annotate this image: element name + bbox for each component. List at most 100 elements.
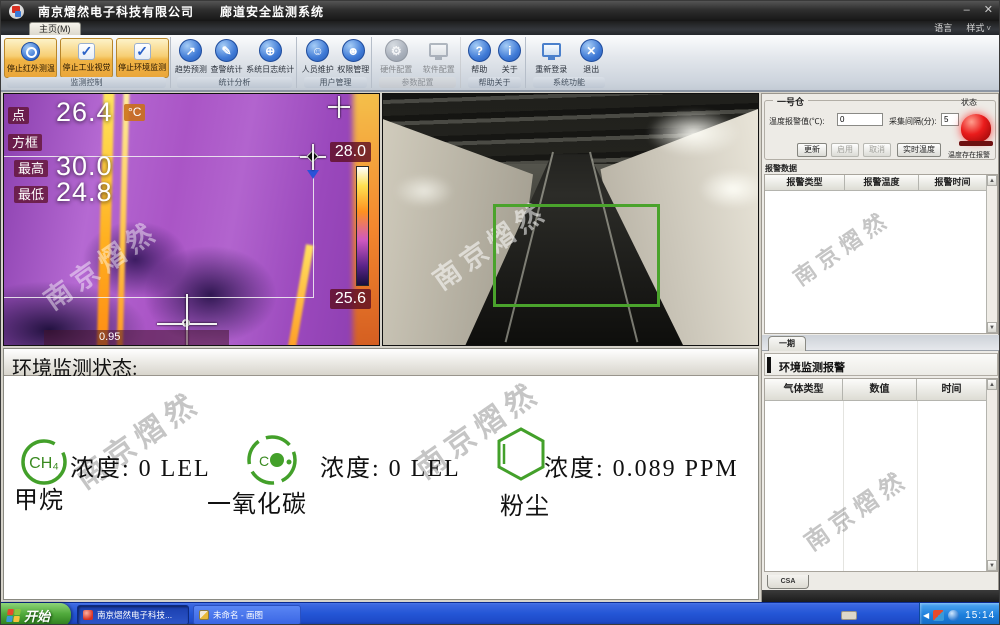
interval-label: 采集间隔(分):: [889, 116, 937, 127]
right-panel: 一号仓 状态 温度报警值(℃): 采集间隔(分): 更新 启用 取消 实时温度 …: [761, 93, 999, 602]
exit-button[interactable]: 退出: [580, 39, 603, 75]
person-lock-icon: [342, 39, 365, 62]
column-header[interactable]: 数值: [843, 379, 917, 401]
exit-x-icon: [580, 39, 603, 62]
group-label: 参数配置: [379, 77, 456, 88]
button-label: 停止工业视觉: [62, 62, 110, 73]
column-header[interactable]: 气体类型: [765, 379, 843, 401]
env-status-title: 环境监测状态:: [4, 349, 758, 376]
question-icon: [468, 39, 491, 62]
stop-infrared-button[interactable]: 停止红外测温: [4, 38, 57, 78]
scroll-up-icon[interactable]: ▲: [987, 379, 997, 390]
column-header[interactable]: 报警类型: [765, 175, 845, 191]
relogin-button[interactable]: 重新登录: [535, 39, 567, 75]
realtime-temp-button[interactable]: 实时温度: [897, 143, 941, 157]
globe-icon: [259, 39, 282, 62]
checkbox-icon: [134, 43, 151, 60]
scrollbar[interactable]: ▲ ▼: [986, 175, 997, 333]
svg-text:CH₄: CH₄: [29, 455, 59, 472]
interval-input[interactable]: [941, 113, 959, 126]
permission-management-button[interactable]: 权限管理: [337, 39, 369, 75]
hardware-config-button[interactable]: 硬件配置: [380, 39, 412, 75]
alarm-statistics-button[interactable]: 查警统计: [210, 39, 242, 75]
paint-task-icon: [199, 610, 209, 620]
watermark: 南京熠然: [786, 202, 896, 292]
close-button[interactable]: ✕: [984, 4, 993, 16]
scroll-up-icon[interactable]: ▲: [987, 175, 997, 186]
marker-crosshair: [300, 144, 326, 170]
scroll-down-icon[interactable]: ▼: [987, 560, 997, 571]
minimize-button[interactable]: –: [964, 4, 970, 16]
cancel-button[interactable]: 取消: [863, 143, 891, 157]
scrollbar[interactable]: ▲ ▼: [986, 379, 997, 571]
point-label: 点: [8, 107, 29, 124]
taskbar-task-app[interactable]: 南京熠然电子科技...: [77, 605, 189, 625]
checkbox-icon: [78, 43, 95, 60]
status-label: 状态: [961, 97, 977, 108]
tray-expand-icon[interactable]: ◀: [923, 611, 929, 620]
tab-home[interactable]: 主页(M): [29, 22, 81, 35]
emissivity-readout: 0.95: [44, 330, 229, 345]
env-alarm-header: 环境监测报警: [764, 353, 998, 376]
tab-csa[interactable]: CSA: [767, 575, 809, 589]
column-header[interactable]: 报警时间: [919, 175, 987, 191]
menu-style[interactable]: 样式˅: [966, 22, 991, 35]
help-button[interactable]: 帮助: [468, 39, 491, 75]
gas-readout-area: 南京熠然 南京熠然 CH₄ 甲烷 浓度: 0 LEL C 一氧化碳 浓度: 0 …: [4, 376, 758, 599]
watermark: 南京熠然: [796, 460, 914, 557]
min-label: 最低: [14, 186, 48, 203]
point-temperature: 26.4: [56, 97, 113, 128]
chevron-down-icon: ˅: [986, 24, 991, 33]
stop-vision-button[interactable]: 停止工业视觉: [60, 38, 113, 78]
ime-indicator[interactable]: [841, 611, 857, 620]
crosshair-icon: [328, 96, 350, 118]
thermal-colorbar: [356, 166, 369, 286]
dock-tab-bar: 一期: [762, 335, 1000, 351]
scroll-down-icon[interactable]: ▼: [987, 322, 997, 333]
tab-phase-one[interactable]: 一期: [768, 336, 806, 351]
windows-flag-icon: [6, 609, 21, 622]
alarm-status-text: 温度存在报警: [948, 150, 990, 160]
threshold-input[interactable]: [837, 113, 883, 126]
software-config-button[interactable]: 软件配置: [423, 39, 455, 75]
tray-icon[interactable]: [948, 610, 959, 621]
gear-icon: [385, 39, 408, 62]
ribbon-group-user-management: 人员维护 权限管理 用户管理: [300, 37, 372, 88]
thermal-camera-view: 南京熠然 点 26.4 °C 方框 最高 30.0 最低 24.8 28.0 2…: [3, 93, 380, 346]
stop-env-monitor-button[interactable]: 停止环境监测: [116, 38, 169, 78]
gas-name: 粉尘: [500, 486, 550, 521]
taskbar-task-paint[interactable]: 未命名 - 画图: [193, 605, 301, 625]
menu-language[interactable]: 语言: [934, 22, 952, 35]
alarm-lamp-icon: [961, 114, 991, 150]
relogin-screen-icon: [542, 43, 561, 57]
trend-prediction-button[interactable]: 趋势预测: [175, 39, 207, 75]
ribbon-group-help-about: 帮助 关于 帮助关于: [464, 37, 526, 88]
menu-bar: 主页(M) 语言 样式˅: [1, 21, 1000, 35]
system-log-statistics-button[interactable]: 系统日志统计: [246, 39, 294, 75]
column-header[interactable]: 报警温度: [845, 175, 919, 191]
group-label: 系统功能: [533, 77, 605, 88]
gas-concentration: 浓度: 0 LEL: [70, 448, 211, 483]
personnel-maintain-button[interactable]: 人员维护: [302, 39, 334, 75]
app-logo-icon: [9, 4, 24, 19]
start-button[interactable]: 开始: [1, 603, 71, 625]
column-header[interactable]: 时间: [917, 379, 987, 401]
gas-concentration: 浓度: 0.089 PPM: [544, 448, 739, 483]
carbon-monoxide-icon: C: [244, 432, 300, 488]
group-label: 监测控制: [7, 77, 166, 88]
enable-button[interactable]: 启用: [831, 143, 859, 157]
threshold-label: 温度报警值(℃):: [769, 116, 825, 127]
title-bar: 南京熠然电子科技有限公司 廊道安全监测系统 – ✕: [1, 1, 1000, 21]
tray-icon[interactable]: [933, 610, 944, 621]
unit-label: °C: [124, 104, 145, 121]
groupbox-title: 一号仓: [773, 95, 808, 108]
app-task-icon: [83, 610, 93, 620]
gas-name: 甲烷: [14, 480, 64, 515]
header-accent-bar: [767, 357, 771, 373]
light-glow: [646, 109, 741, 157]
update-button[interactable]: 更新: [797, 143, 827, 157]
about-button[interactable]: 关于: [498, 39, 521, 75]
max-label: 最高: [14, 160, 48, 177]
gas-concentration: 浓度: 0 LEL: [320, 448, 461, 483]
ribbon: 停止红外测温 停止工业视觉 停止环境监测 监测控制 趋势预测: [1, 35, 1000, 92]
